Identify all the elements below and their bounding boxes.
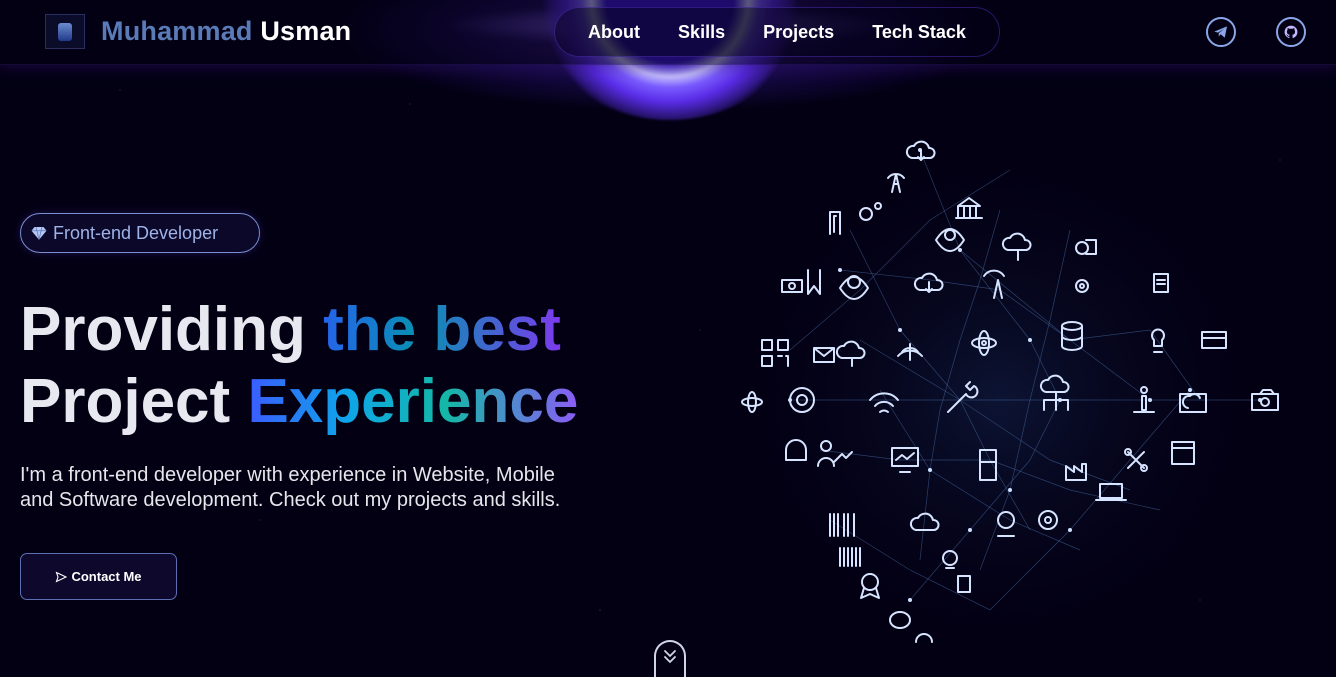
- nav-link-skills[interactable]: Skills: [678, 22, 725, 43]
- nav-menu: About Skills Projects Tech Stack: [554, 7, 1000, 57]
- headline-highlight-1: the best: [323, 295, 561, 364]
- github-icon[interactable]: [1276, 17, 1306, 47]
- brand-first-name: Muhammad: [101, 16, 253, 46]
- contact-me-label: Contact Me: [71, 569, 142, 584]
- send-icon: [56, 570, 68, 583]
- role-badge: Front-end Developer: [20, 213, 260, 253]
- headline-highlight-2: Experience: [247, 367, 579, 436]
- nav-link-about[interactable]: About: [588, 22, 640, 43]
- headline-part-1: Providing: [20, 295, 306, 364]
- nav-link-projects[interactable]: Projects: [763, 22, 834, 43]
- brand-last-name: Usman: [260, 16, 352, 46]
- chevron-double-down-icon: [664, 650, 676, 664]
- nav-link-tech-stack[interactable]: Tech Stack: [872, 22, 966, 43]
- hero-intro: I'm a front-end developer with experienc…: [20, 464, 561, 511]
- hero-headline: Providing the best Project Experience: [20, 294, 578, 438]
- headline-part-2: Project: [20, 367, 231, 436]
- badge-label: Front-end Developer: [53, 222, 219, 243]
- brand[interactable]: Muhammad Usman: [45, 14, 351, 49]
- logo: [45, 14, 85, 49]
- brand-name: Muhammad Usman: [101, 16, 351, 47]
- navbar: Muhammad Usman About Skills Projects Tec…: [0, 0, 1336, 65]
- tech-network-globe: [730, 140, 1279, 660]
- diamond-icon: [31, 226, 47, 240]
- telegram-icon[interactable]: [1206, 17, 1236, 47]
- contact-me-button[interactable]: Contact Me: [20, 553, 177, 600]
- scroll-down-button[interactable]: [654, 640, 686, 677]
